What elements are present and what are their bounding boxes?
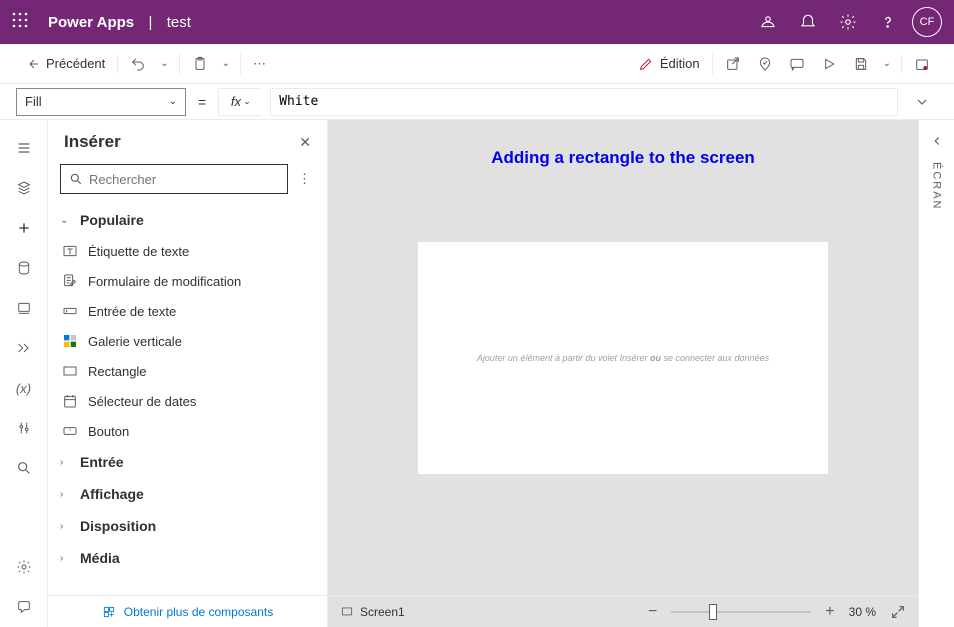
environment-icon[interactable] <box>748 0 788 44</box>
properties-tab-label[interactable]: ÉCRAN <box>931 162 943 211</box>
header-separator: | <box>140 14 161 31</box>
control-text-label[interactable]: Étiquette de texte <box>48 236 327 266</box>
control-edit-form[interactable]: Formulaire de modification <box>48 266 327 296</box>
rail-tree-icon[interactable] <box>0 168 48 208</box>
group-layout[interactable]: › Disposition <box>48 510 327 542</box>
screen-hint: Ajouter un élément à partir du volet Ins… <box>447 353 799 363</box>
doc-name: test <box>167 14 191 31</box>
chevron-right-icon: › <box>60 553 72 564</box>
tutorial-callout: Adding a rectangle to the screen <box>491 148 755 168</box>
save-button[interactable] <box>845 44 877 84</box>
calendar-icon <box>62 393 78 409</box>
zoom-thumb[interactable] <box>709 604 717 620</box>
app-launcher-icon[interactable] <box>12 12 32 32</box>
search-icon <box>69 172 83 186</box>
fit-screen-button[interactable] <box>890 604 906 620</box>
divider <box>179 54 180 74</box>
divider <box>240 54 241 74</box>
paste-button[interactable] <box>184 44 216 84</box>
chevron-right-icon: › <box>60 457 72 468</box>
zoom-in-button[interactable]: + <box>825 603 834 621</box>
rail-flows-icon[interactable] <box>0 328 48 368</box>
control-rectangle[interactable]: Rectangle <box>48 356 327 386</box>
group-display[interactable]: › Affichage <box>48 478 327 510</box>
app-name: Power Apps <box>48 14 134 31</box>
control-button[interactable]: Bouton <box>48 416 327 446</box>
button-icon <box>62 423 78 439</box>
zoom-out-button[interactable]: − <box>648 603 657 621</box>
preview-button[interactable] <box>813 44 845 84</box>
zoom-percent: 30 % <box>849 605 876 619</box>
text-label-icon <box>62 243 78 259</box>
settings-icon[interactable] <box>828 0 868 44</box>
form-icon <box>62 273 78 289</box>
rail-settings-icon[interactable] <box>0 547 48 587</box>
property-selector[interactable]: Fill ⌄ <box>16 88 186 116</box>
user-avatar[interactable]: CF <box>912 7 942 37</box>
rail-tools-icon[interactable] <box>0 408 48 448</box>
group-media[interactable]: › Média <box>48 542 327 574</box>
formula-input[interactable] <box>270 88 898 116</box>
panel-close-icon[interactable]: ✕ <box>299 134 311 151</box>
chevron-down-icon: ⌄ <box>60 215 72 226</box>
screen-preview[interactable]: Ajouter un élément à partir du volet Ins… <box>418 242 828 474</box>
chevron-right-icon: › <box>60 521 72 532</box>
collapse-properties-icon[interactable] <box>930 134 944 148</box>
rail-search-icon[interactable] <box>0 448 48 488</box>
share-button[interactable] <box>717 44 749 84</box>
component-icon <box>102 605 116 619</box>
edit-label: Édition <box>660 56 700 71</box>
undo-chevron-icon[interactable]: ⌄ <box>154 58 174 69</box>
rail-variables-icon[interactable]: (x) <box>0 368 48 408</box>
control-text-input[interactable]: Entrée de texte <box>48 296 327 326</box>
rail-insert-icon[interactable] <box>0 208 48 248</box>
back-button[interactable]: Précédent <box>16 44 113 84</box>
comments-button[interactable] <box>781 44 813 84</box>
panel-more-icon[interactable]: ⋮ <box>294 171 315 187</box>
property-name: Fill <box>25 94 42 109</box>
control-vertical-gallery[interactable]: Galerie verticale <box>48 326 327 356</box>
chevron-right-icon: › <box>60 489 72 500</box>
checker-button[interactable] <box>749 44 781 84</box>
undo-button[interactable] <box>122 44 154 84</box>
more-commands-button[interactable]: ⋯ <box>245 44 276 84</box>
edit-button[interactable]: Édition <box>630 44 708 84</box>
panel-title: Insérer <box>64 132 121 152</box>
control-date-picker[interactable]: Sélecteur de dates <box>48 386 327 416</box>
group-popular[interactable]: ⌄ Populaire <box>48 204 327 236</box>
screen-icon <box>340 605 354 619</box>
zoom-slider[interactable] <box>671 611 811 613</box>
divider <box>901 54 902 74</box>
divider <box>117 54 118 74</box>
text-input-icon <box>62 303 78 319</box>
paste-chevron-icon[interactable]: ⌄ <box>216 58 236 69</box>
expand-formula-icon[interactable] <box>906 94 938 110</box>
publish-button[interactable] <box>906 44 938 84</box>
gallery-icon <box>62 333 78 349</box>
group-entry[interactable]: › Entrée <box>48 446 327 478</box>
help-icon[interactable] <box>868 0 908 44</box>
rail-hamburger-icon[interactable] <box>0 128 48 168</box>
divider <box>712 54 713 74</box>
rail-data-icon[interactable] <box>0 248 48 288</box>
breadcrumb-screen[interactable]: Screen1 <box>340 605 405 619</box>
rail-feedback-icon[interactable] <box>0 587 48 627</box>
chevron-down-icon: ⌄ <box>169 96 177 107</box>
rail-media-icon[interactable] <box>0 288 48 328</box>
fx-button[interactable]: fx ⌄ <box>218 88 262 116</box>
search-input-wrapper[interactable] <box>60 164 288 194</box>
equals-sign: = <box>194 94 210 110</box>
save-chevron-icon[interactable]: ⌄ <box>877 58 897 69</box>
rectangle-icon <box>62 363 78 379</box>
back-label: Précédent <box>46 56 105 71</box>
get-more-components[interactable]: Obtenir plus de composants <box>48 595 327 627</box>
search-input[interactable] <box>89 172 279 187</box>
notifications-icon[interactable] <box>788 0 828 44</box>
